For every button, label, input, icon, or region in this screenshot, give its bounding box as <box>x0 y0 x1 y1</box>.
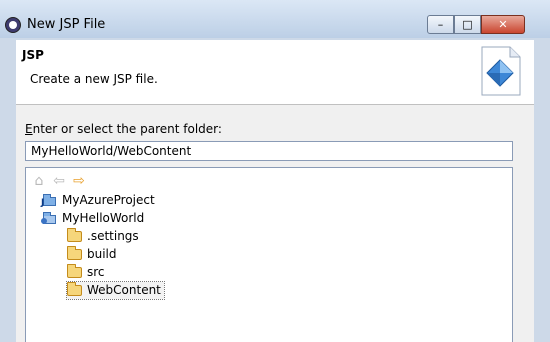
label-mnemonic: E <box>25 122 33 136</box>
tree-item-label: MyAzureProject <box>62 193 155 207</box>
folder-icon <box>67 228 82 242</box>
folder-icon <box>67 246 82 260</box>
folder-tree[interactable]: ⌂ ⇦ ⇨ J MyAzureProject MyHelloWorld .sett… <box>25 167 513 342</box>
maximize-button[interactable]: □ <box>454 15 481 34</box>
tree-item-label: src <box>87 265 105 279</box>
window-title: New JSP File <box>27 17 106 32</box>
tree-item-src[interactable]: src <box>67 264 108 281</box>
new-jsp-file-dialog: New JSP File – □ ✕ JSP Create a new JSP … <box>0 0 550 342</box>
tree-item-build[interactable]: build <box>67 246 120 263</box>
wizard-description: Create a new JSP file. <box>30 72 158 86</box>
tree-item-label: WebContent <box>87 283 161 297</box>
title-bar[interactable]: New JSP File – □ ✕ <box>0 0 550 38</box>
back-arrow-icon[interactable]: ⇦ <box>50 172 68 190</box>
tree-item-myhelloworld[interactable]: MyHelloWorld <box>41 210 147 227</box>
forward-arrow-icon[interactable]: ⇨ <box>70 172 88 190</box>
eclipse-app-icon <box>5 17 21 33</box>
wizard-header: JSP Create a new JSP file. <box>16 40 534 105</box>
tree-item-myazureproject[interactable]: J MyAzureProject <box>41 192 158 209</box>
minimize-button[interactable]: – <box>427 15 454 34</box>
tree-item-webcontent[interactable]: WebContent <box>66 281 165 300</box>
project-folder-icon: J <box>41 194 57 208</box>
folder-icon <box>67 282 82 296</box>
tree-item-label: MyHelloWorld <box>62 211 145 225</box>
tree-item-label: build <box>87 247 117 261</box>
tree-item-settings[interactable]: .settings <box>67 228 142 245</box>
web-project-icon <box>41 212 57 225</box>
jsp-wizard-banner-icon <box>481 46 521 96</box>
wizard-title: JSP <box>22 48 44 62</box>
parent-folder-input[interactable]: MyHelloWorld/WebContent <box>25 141 513 161</box>
folder-icon <box>67 264 82 278</box>
wizard-content: Enter or select the parent folder: MyHel… <box>16 105 534 342</box>
home-icon[interactable]: ⌂ <box>30 172 48 190</box>
parent-folder-label: Enter or select the parent folder: <box>25 122 222 136</box>
label-text: nter or select the parent folder: <box>32 122 222 136</box>
close-button[interactable]: ✕ <box>481 15 525 34</box>
tree-item-label: .settings <box>87 229 139 243</box>
